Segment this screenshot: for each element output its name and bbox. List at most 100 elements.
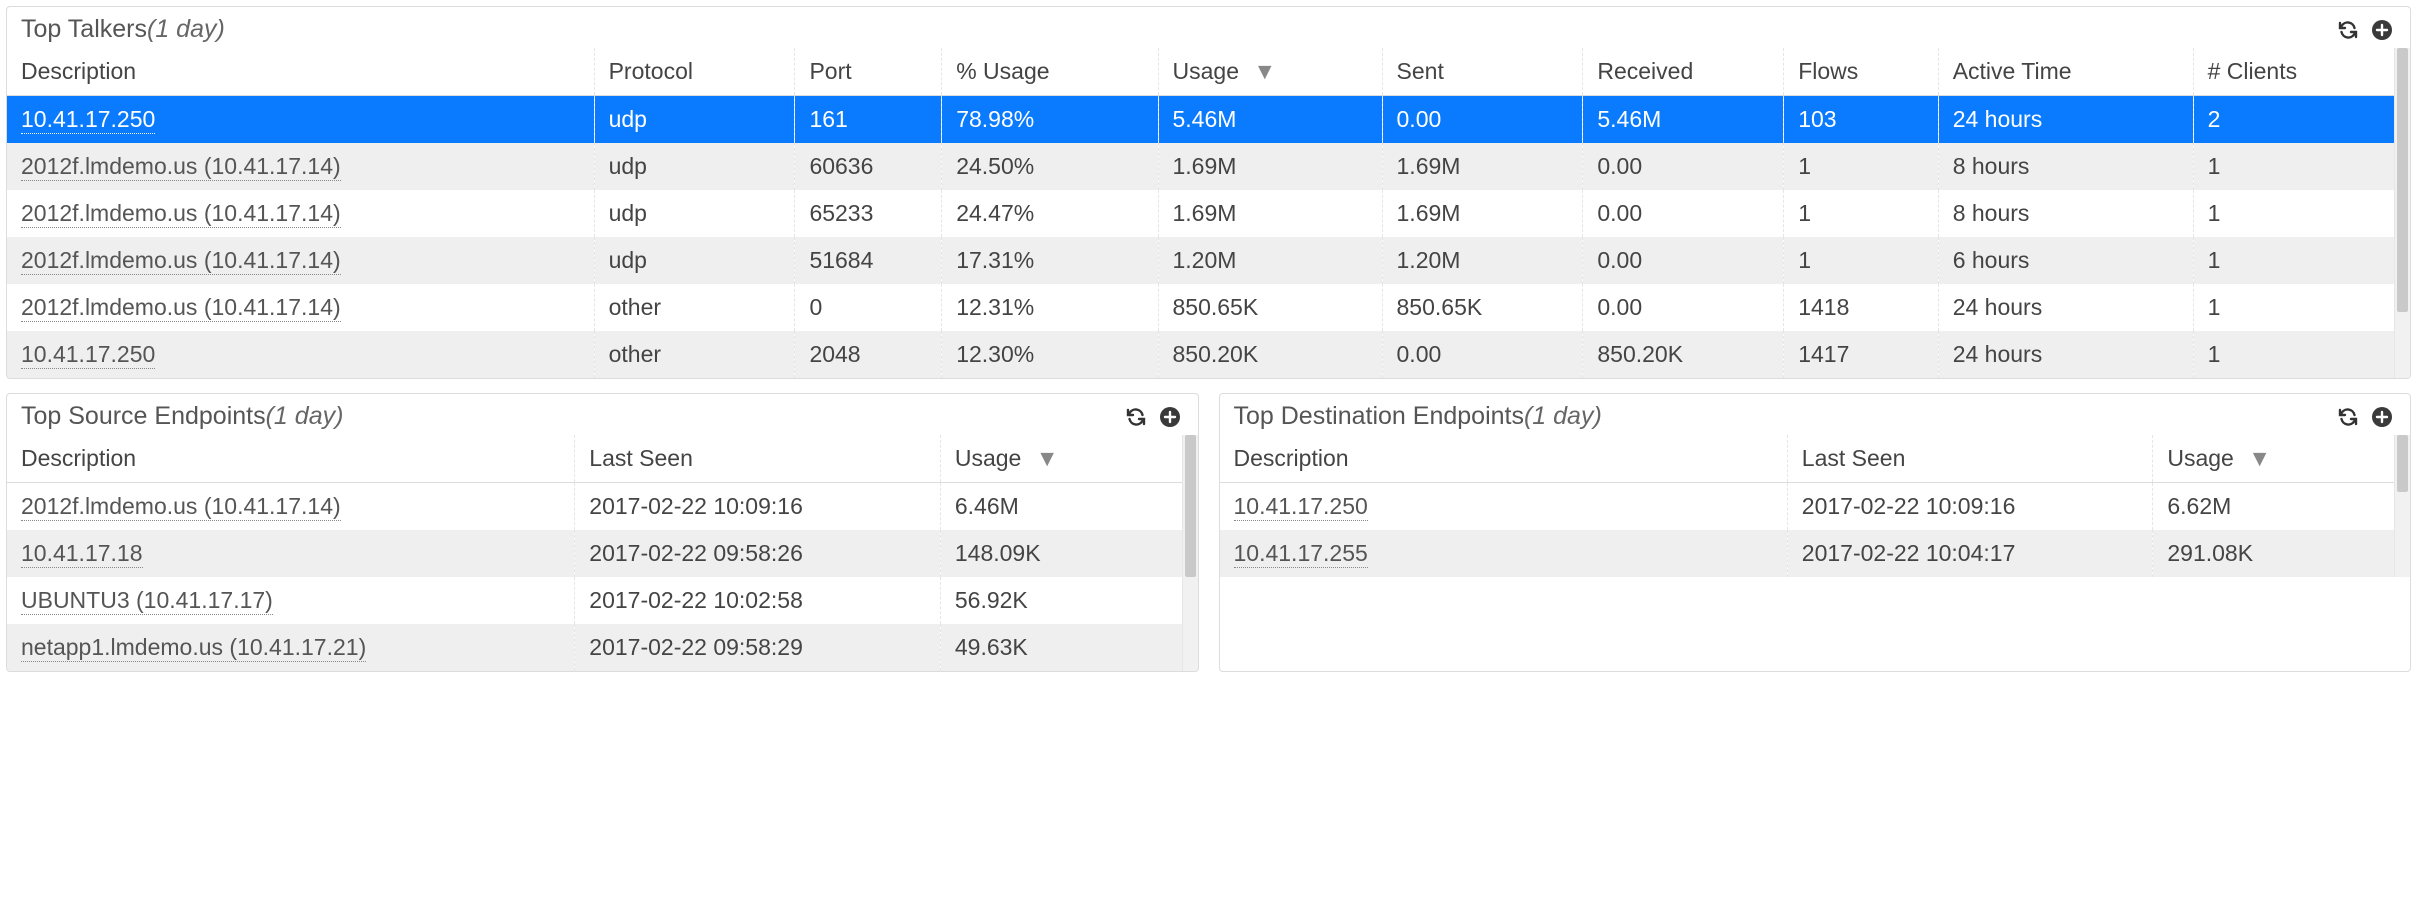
scrollbar[interactable]: [1182, 435, 1198, 671]
cell-pctUsage: 24.47%: [942, 190, 1158, 237]
cell-protocol: udp: [594, 237, 795, 284]
cell-activeTime: 24 hours: [1938, 331, 2193, 378]
cell-sent: 1.69M: [1382, 143, 1583, 190]
cell-port: 60636: [795, 143, 942, 190]
col-flows[interactable]: Flows: [1784, 48, 1938, 96]
cell-usage: 56.92K: [940, 577, 1181, 624]
cell-pctUsage: 24.50%: [942, 143, 1158, 190]
description-link[interactable]: netapp1.lmdemo.us (10.41.17.21): [21, 634, 366, 662]
table-row[interactable]: 10.41.17.2552017-02-22 10:04:17291.08K: [1220, 530, 2395, 577]
top-source-table: Description Last Seen Usage ▼ 2012f.lmde…: [7, 435, 1182, 671]
top-source-panel: Top Source Endpoints(1 day): [6, 393, 1199, 672]
col-port[interactable]: Port: [795, 48, 942, 96]
col-clients[interactable]: # Clients: [2193, 48, 2394, 96]
refresh-icon[interactable]: [2334, 16, 2362, 44]
description-link[interactable]: 10.41.17.250: [21, 341, 155, 369]
col-sent[interactable]: Sent: [1382, 48, 1583, 96]
cell-usage: 5.46M: [1158, 96, 1382, 144]
cell-description: netapp1.lmdemo.us (10.41.17.21): [7, 624, 575, 671]
description-link[interactable]: 10.41.17.18: [21, 540, 143, 568]
cell-flows: 1: [1784, 237, 1938, 284]
col-description[interactable]: Description: [1220, 435, 1788, 483]
cell-activeTime: 24 hours: [1938, 96, 2193, 144]
description-link[interactable]: 10.41.17.250: [21, 106, 155, 134]
add-icon[interactable]: [1156, 403, 1184, 431]
cell-flows: 1: [1784, 190, 1938, 237]
cell-description: 2012f.lmdemo.us (10.41.17.14): [7, 143, 594, 190]
top-destination-table: Description Last Seen Usage ▼ 10.41.17.2…: [1220, 435, 2395, 577]
top-talkers-panel: Top Talkers(1 day): [6, 6, 2411, 379]
col-active-time[interactable]: Active Time: [1938, 48, 2193, 96]
description-link[interactable]: 10.41.17.255: [1234, 540, 1368, 568]
panel-title-range: (1 day): [266, 402, 344, 430]
cell-description: 2012f.lmdemo.us (10.41.17.14): [7, 190, 594, 237]
description-link[interactable]: 2012f.lmdemo.us (10.41.17.14): [21, 493, 341, 521]
description-link[interactable]: 10.41.17.250: [1234, 493, 1368, 521]
panel-header: Top Source Endpoints(1 day): [7, 394, 1198, 435]
refresh-icon[interactable]: [1122, 403, 1150, 431]
table-row[interactable]: 10.41.17.250udp16178.98%5.46M0.005.46M10…: [7, 96, 2394, 144]
refresh-icon[interactable]: [2334, 403, 2362, 431]
table-row[interactable]: netapp1.lmdemo.us (10.41.17.21)2017-02-2…: [7, 624, 1182, 671]
table-row[interactable]: 2012f.lmdemo.us (10.41.17.14)other012.31…: [7, 284, 2394, 331]
table-row[interactable]: 10.41.17.2502017-02-22 10:09:166.62M: [1220, 483, 2395, 531]
col-usage[interactable]: Usage ▼: [940, 435, 1181, 483]
description-link[interactable]: UBUNTU3 (10.41.17.17): [21, 587, 273, 615]
cell-usage: 850.20K: [1158, 331, 1382, 378]
cell-protocol: udp: [594, 190, 795, 237]
add-icon[interactable]: [2368, 16, 2396, 44]
cell-clients: 1: [2193, 284, 2394, 331]
cell-usage: 148.09K: [940, 530, 1181, 577]
add-icon[interactable]: [2368, 403, 2396, 431]
table-row[interactable]: 2012f.lmdemo.us (10.41.17.14)udp6523324.…: [7, 190, 2394, 237]
cell-pctUsage: 17.31%: [942, 237, 1158, 284]
description-link[interactable]: 2012f.lmdemo.us (10.41.17.14): [21, 153, 341, 181]
description-link[interactable]: 2012f.lmdemo.us (10.41.17.14): [21, 200, 341, 228]
col-usage[interactable]: Usage ▼: [2153, 435, 2394, 483]
cell-port: 51684: [795, 237, 942, 284]
cell-description: 2012f.lmdemo.us (10.41.17.14): [7, 483, 575, 531]
cell-sent: 1.69M: [1382, 190, 1583, 237]
cell-description: 10.41.17.250: [7, 96, 594, 144]
col-description[interactable]: Description: [7, 48, 594, 96]
col-last-seen[interactable]: Last Seen: [575, 435, 941, 483]
table-header-row: Description Last Seen Usage ▼: [1220, 435, 2395, 483]
cell-sent: 0.00: [1382, 96, 1583, 144]
col-last-seen[interactable]: Last Seen: [1787, 435, 2153, 483]
panel-title-main: Top Destination Endpoints: [1234, 402, 1524, 430]
cell-sent: 0.00: [1382, 331, 1583, 378]
scrollbar[interactable]: [2394, 435, 2410, 577]
cell-received: 0.00: [1583, 284, 1784, 331]
cell-description: 2012f.lmdemo.us (10.41.17.14): [7, 237, 594, 284]
col-description[interactable]: Description: [7, 435, 575, 483]
scrollbar[interactable]: [2394, 48, 2410, 378]
col-pct-usage[interactable]: % Usage: [942, 48, 1158, 96]
col-protocol[interactable]: Protocol: [594, 48, 795, 96]
description-link[interactable]: 2012f.lmdemo.us (10.41.17.14): [21, 247, 341, 275]
cell-activeTime: 6 hours: [1938, 237, 2193, 284]
col-received[interactable]: Received: [1583, 48, 1784, 96]
table-row[interactable]: 2012f.lmdemo.us (10.41.17.14)udp6063624.…: [7, 143, 2394, 190]
cell-received: 0.00: [1583, 190, 1784, 237]
scrollbar-thumb[interactable]: [2397, 48, 2408, 312]
table-row[interactable]: 2012f.lmdemo.us (10.41.17.14)2017-02-22 …: [7, 483, 1182, 531]
col-usage[interactable]: Usage ▼: [1158, 48, 1382, 96]
cell-received: 0.00: [1583, 237, 1784, 284]
cell-received: 5.46M: [1583, 96, 1784, 144]
cell-port: 0: [795, 284, 942, 331]
table-row[interactable]: 10.41.17.18 2017-02-22 09:58:26148.09K: [7, 530, 1182, 577]
cell-lastSeen: 2017-02-22 09:58:26: [575, 530, 941, 577]
table-header-row: Description Protocol Port % Usage Usage …: [7, 48, 2394, 96]
cell-received: 850.20K: [1583, 331, 1784, 378]
cell-clients: 1: [2193, 190, 2394, 237]
table-header-row: Description Last Seen Usage ▼: [7, 435, 1182, 483]
panel-title-range: (1 day): [1524, 402, 1602, 430]
cell-protocol: other: [594, 331, 795, 378]
col-usage-label: Usage: [2167, 445, 2233, 471]
scrollbar-thumb[interactable]: [2397, 435, 2408, 492]
table-row[interactable]: UBUNTU3 (10.41.17.17)2017-02-22 10:02:58…: [7, 577, 1182, 624]
scrollbar-thumb[interactable]: [1185, 435, 1196, 577]
table-row[interactable]: 2012f.lmdemo.us (10.41.17.14) udp5168417.…: [7, 237, 2394, 284]
description-link[interactable]: 2012f.lmdemo.us (10.41.17.14): [21, 294, 341, 322]
table-row[interactable]: 10.41.17.250other204812.30%850.20K0.0085…: [7, 331, 2394, 378]
